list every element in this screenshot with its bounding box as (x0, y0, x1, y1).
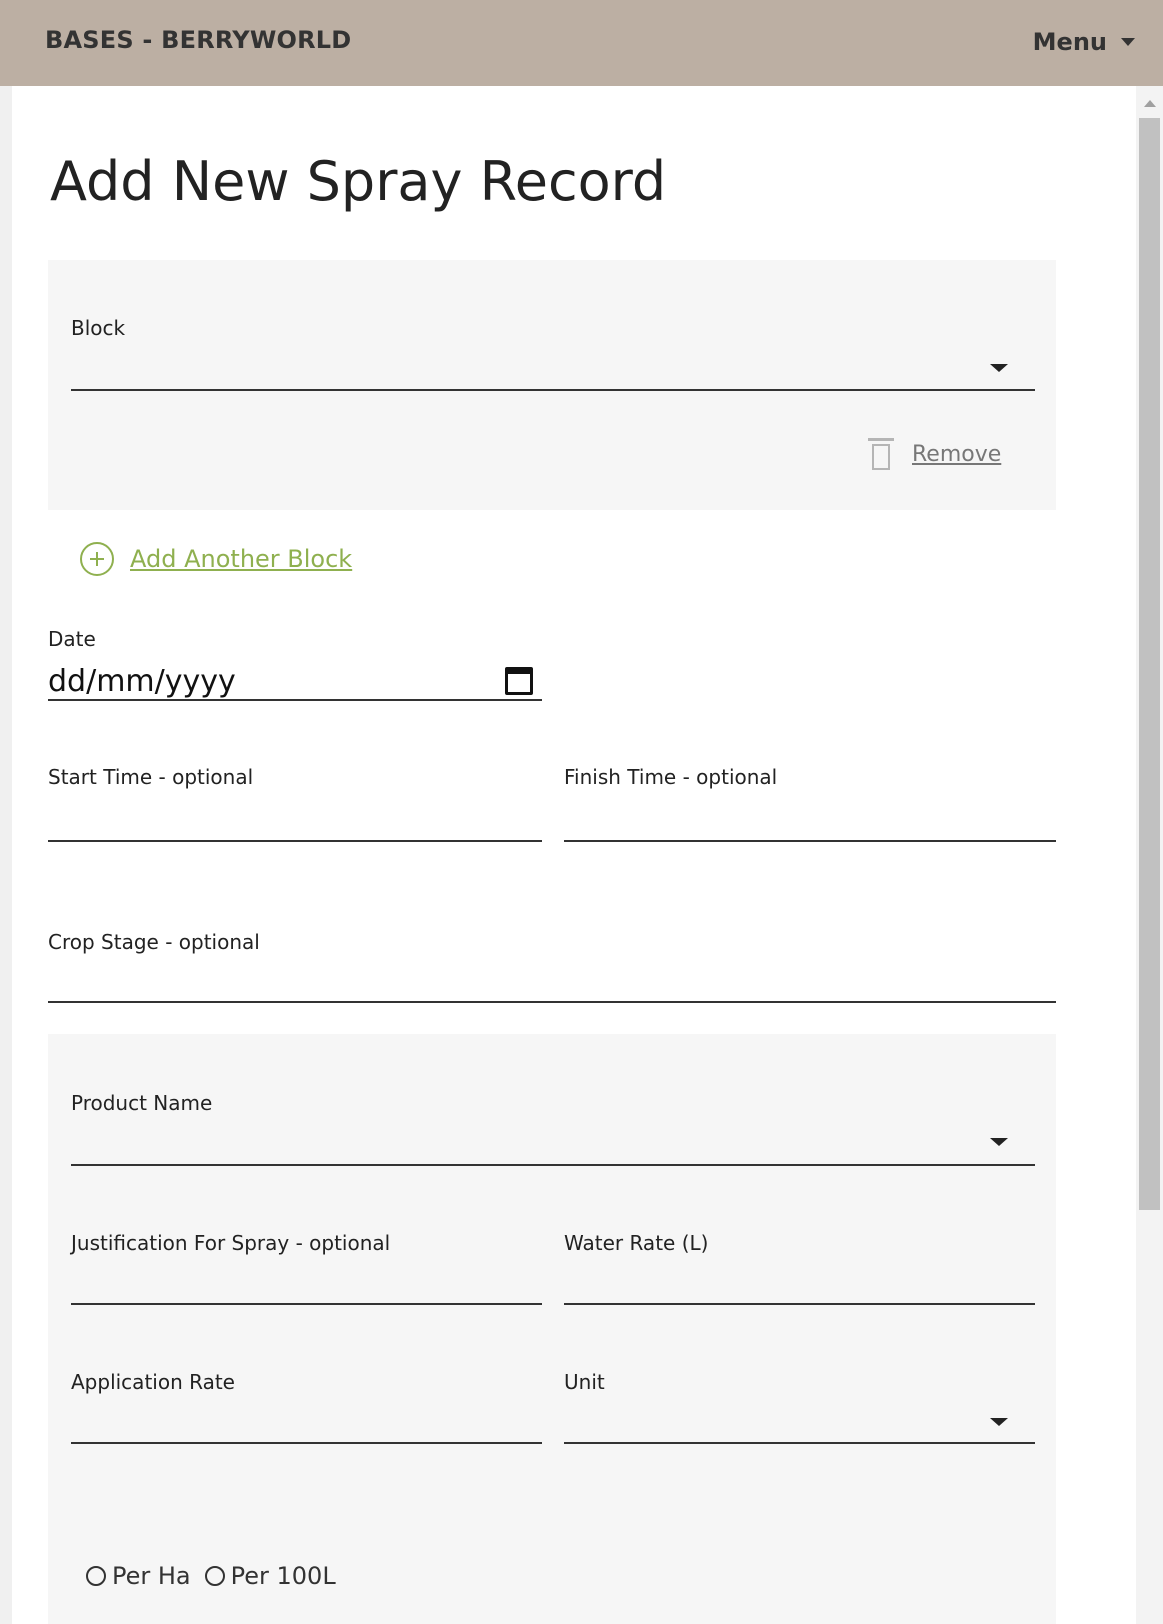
finish-time-label: Finish Time - optional (564, 765, 778, 789)
start-time-input[interactable] (48, 795, 542, 841)
radio-per-100l[interactable]: Per 100L (204, 1562, 336, 1590)
app-window: BASES - BERRYWORLD Menu Add New Spray Re… (0, 0, 1163, 1624)
add-another-block-button[interactable]: Add Another Block (80, 542, 352, 576)
chevron-down-icon (990, 1418, 1008, 1426)
chevron-down-icon (1121, 38, 1135, 46)
page-title: Add New Spray Record (50, 150, 667, 213)
date-input-value: dd/mm/yyyy (48, 664, 236, 699)
product-name-select[interactable] (71, 1115, 1035, 1165)
chevron-down-icon (990, 364, 1008, 372)
start-time-underline (48, 840, 542, 842)
date-label: Date (48, 627, 96, 651)
radio-per-100l-label: Per 100L (230, 1562, 336, 1590)
remove-block-button[interactable]: Remove (868, 438, 1002, 470)
remove-link: Remove (912, 441, 1002, 467)
trash-icon (868, 438, 894, 470)
crop-stage-underline (48, 1001, 1056, 1003)
menu-button[interactable]: Menu (1033, 22, 1135, 62)
radio-per-ha[interactable]: Per Ha (86, 1562, 191, 1590)
plus-circle-icon (80, 542, 114, 576)
justification-label: Justification For Spray - optional (71, 1231, 391, 1255)
crop-stage-input[interactable] (48, 958, 1056, 1002)
add-another-block-link: Add Another Block (130, 545, 353, 573)
block-label: Block (71, 316, 126, 340)
unit-select[interactable] (564, 1396, 1035, 1442)
crop-stage-label: Crop Stage - optional (48, 930, 260, 954)
water-rate-underline (564, 1303, 1035, 1305)
block-select[interactable] (71, 340, 1035, 392)
radio-circle-icon (86, 1566, 106, 1586)
menu-label: Menu (1032, 28, 1107, 56)
radio-circle-icon (204, 1566, 225, 1586)
rate-basis-radio-group: Per Ha Per 100L (86, 1562, 336, 1590)
unit-label: Unit (564, 1370, 605, 1394)
unit-underline (564, 1442, 1035, 1444)
product-name-underline (71, 1164, 1035, 1166)
block-select-underline (71, 389, 1035, 391)
finish-time-input[interactable] (564, 795, 1056, 841)
water-rate-label: Water Rate (L) (564, 1231, 709, 1255)
radio-per-ha-label: Per Ha (112, 1562, 191, 1590)
start-time-label: Start Time - optional (48, 765, 254, 789)
calendar-icon[interactable] (505, 667, 533, 695)
product-name-label: Product Name (71, 1091, 213, 1115)
left-edge (0, 86, 12, 1624)
chevron-down-icon (990, 1138, 1008, 1146)
date-underline (48, 699, 542, 701)
scrollbar[interactable] (1136, 86, 1163, 1624)
application-rate-underline (71, 1442, 542, 1444)
water-rate-input[interactable] (564, 1258, 1035, 1304)
app-title: BASES - BERRYWORLD (45, 26, 352, 54)
application-rate-input[interactable] (71, 1396, 542, 1442)
finish-time-underline (564, 840, 1056, 842)
scroll-up-arrow-icon[interactable] (1144, 100, 1156, 107)
scrollbar-thumb[interactable] (1139, 118, 1160, 1210)
justification-input[interactable] (71, 1258, 542, 1304)
top-bar: BASES - BERRYWORLD Menu (0, 0, 1163, 86)
justification-underline (71, 1303, 542, 1305)
application-rate-label: Application Rate (71, 1370, 235, 1394)
